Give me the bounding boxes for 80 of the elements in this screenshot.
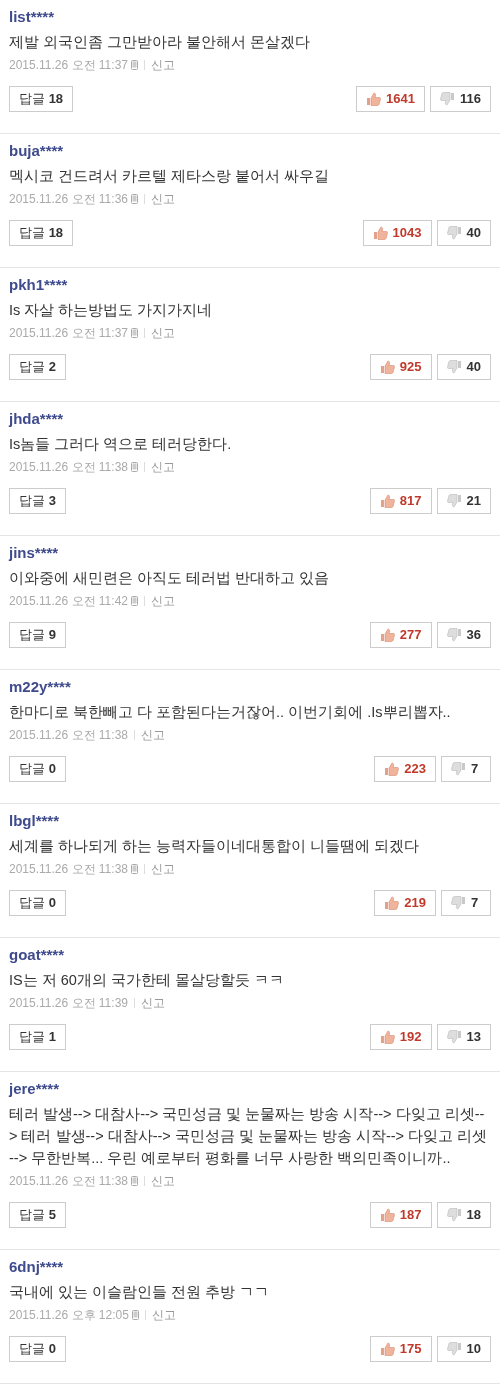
dislike-button[interactable]: 21 bbox=[436, 488, 491, 514]
username[interactable]: m22y**** bbox=[9, 676, 491, 698]
reply-button[interactable]: 답글 9 bbox=[9, 622, 66, 648]
comment-date: 2015.11.26 오전 11:38 bbox=[9, 861, 128, 878]
comment-text: Is놈들 그러다 역으로 테러당한다. bbox=[9, 435, 233, 454]
like-button[interactable]: 1641 bbox=[356, 86, 425, 112]
comment-date: 2015.11.26 오전 11:39 bbox=[9, 995, 128, 1012]
comment-text: 세계를 하나되게 하는 능력자들이네대통합이 니들땜에 되겠다 bbox=[9, 837, 421, 856]
dislike-button[interactable]: 18 bbox=[436, 1202, 491, 1228]
comment-text: IS는 저 60개의 국가한테 몰살당할듯 ㅋㅋ bbox=[9, 971, 285, 990]
comment-text: Is 자살 하는방법도 가지가지네 bbox=[9, 301, 214, 320]
reply-button[interactable]: 답글 18 bbox=[9, 86, 74, 112]
thumbs-up-icon bbox=[379, 1342, 395, 1356]
thumbs-down-icon bbox=[440, 92, 455, 106]
dislike-button[interactable]: 7 bbox=[441, 756, 491, 782]
reply-button[interactable]: 답글 5 bbox=[9, 1202, 66, 1228]
like-button[interactable]: 187 bbox=[369, 1202, 432, 1228]
reply-button[interactable]: 답글 2 bbox=[9, 354, 66, 380]
thumbs-down-icon bbox=[446, 226, 462, 240]
thumbs-down-icon bbox=[446, 494, 462, 508]
reply-button[interactable]: 답글 1 bbox=[9, 1024, 66, 1050]
username[interactable]: jhda**** bbox=[9, 408, 491, 430]
comment-text: 국내에 있는 이슬람인들 전원 추방 ㄱㄱ bbox=[9, 1283, 271, 1302]
comment-text: 제발 외국인좀 그만받아라 불안해서 몬살겠다 bbox=[9, 33, 312, 52]
reply-button[interactable]: 답글 18 bbox=[9, 220, 74, 246]
comment-date: 2015.11.26 오전 11:36 bbox=[9, 191, 128, 208]
dislike-button[interactable]: 36 bbox=[436, 622, 491, 648]
thumbs-down-icon bbox=[446, 1208, 462, 1222]
thumbs-up-icon bbox=[366, 92, 382, 106]
like-button[interactable]: 192 bbox=[369, 1024, 432, 1050]
like-button[interactable]: 925 bbox=[369, 354, 432, 380]
thumbs-up-icon bbox=[379, 628, 395, 642]
thumbs-down-icon bbox=[446, 628, 462, 642]
dislike-button[interactable]: 13 bbox=[436, 1024, 491, 1050]
username[interactable]: 6dnj**** bbox=[9, 1256, 491, 1278]
dislike-button[interactable]: 40 bbox=[436, 354, 491, 380]
dislike-button[interactable]: 40 bbox=[436, 220, 491, 246]
thumbs-up-icon bbox=[384, 762, 400, 776]
comment-text: 이와중에 새민련은 아직도 테러법 반대하고 있음 bbox=[9, 569, 331, 588]
username[interactable]: buja**** bbox=[9, 140, 491, 162]
username[interactable]: pkh1**** bbox=[9, 274, 491, 296]
dislike-button[interactable]: 7 bbox=[441, 890, 491, 916]
thumbs-down-icon bbox=[451, 896, 466, 910]
thumbs-up-icon bbox=[379, 494, 395, 508]
like-button[interactable]: 175 bbox=[369, 1336, 432, 1362]
thumbs-up-icon bbox=[379, 360, 395, 374]
comment-date: 2015.11.26 오후 12:05 bbox=[9, 1307, 129, 1324]
thumbs-down-icon bbox=[446, 360, 462, 374]
username[interactable]: jins**** bbox=[9, 542, 491, 564]
reply-button[interactable]: 답글 0 bbox=[9, 890, 66, 916]
reply-button[interactable]: 답글 0 bbox=[9, 1336, 66, 1362]
like-button[interactable]: 1043 bbox=[362, 220, 432, 246]
comment-date: 2015.11.26 오전 11:42 bbox=[9, 593, 128, 610]
thumbs-up-icon bbox=[384, 896, 400, 910]
dislike-button[interactable]: 10 bbox=[436, 1336, 491, 1362]
username[interactable]: goat**** bbox=[9, 944, 491, 966]
like-button[interactable]: 817 bbox=[369, 488, 432, 514]
thumbs-down-icon bbox=[446, 1342, 462, 1356]
comment-date: 2015.11.26 오전 11:38 bbox=[9, 727, 128, 744]
reply-button[interactable]: 답글 3 bbox=[9, 488, 66, 514]
thumbs-up-icon bbox=[379, 1030, 395, 1044]
reply-button[interactable]: 답글 0 bbox=[9, 756, 66, 782]
comment-text: 한마디로 북한빼고 다 포함된다는거잖어.. 이번기회에 .Is뿌리뽑자.. bbox=[9, 703, 452, 722]
thumbs-down-icon bbox=[446, 1030, 462, 1044]
comment-date: 2015.11.26 오전 11:38 bbox=[9, 1173, 128, 1190]
like-button[interactable]: 219 bbox=[374, 890, 436, 916]
comment-date: 2015.11.26 오전 11:38 bbox=[9, 459, 128, 476]
like-button[interactable]: 277 bbox=[369, 622, 432, 648]
thumbs-down-icon bbox=[451, 762, 466, 776]
comment-text: 테러 발생--> 대참사--> 국민성금 및 눈물짜는 방송 시작--> 다잊고 리셋--> 테러 발생--> 대참사--> 국민성금 및 눈물짜는 방송 시작--> 다잊고 리셋 --> 무한반복... 우린 예로부터 평화를 너무 사랑한 백의민족이니까.. bbox=[9, 1105, 489, 1168]
thumbs-up-icon bbox=[379, 1208, 395, 1222]
thumbs-up-icon bbox=[372, 226, 388, 240]
comment-date: 2015.11.26 오전 11:37 bbox=[9, 57, 128, 74]
comment-text: 멕시코 건드려서 카르텔 제타스랑 붙어서 싸우길 bbox=[9, 167, 331, 186]
username[interactable]: lbgl**** bbox=[9, 810, 491, 832]
dislike-button[interactable]: 116 bbox=[430, 86, 491, 112]
comment-date: 2015.11.26 오전 11:37 bbox=[9, 325, 128, 342]
username[interactable]: jere**** bbox=[9, 1078, 491, 1100]
username[interactable]: list**** bbox=[9, 6, 491, 28]
like-button[interactable]: 223 bbox=[374, 756, 436, 782]
